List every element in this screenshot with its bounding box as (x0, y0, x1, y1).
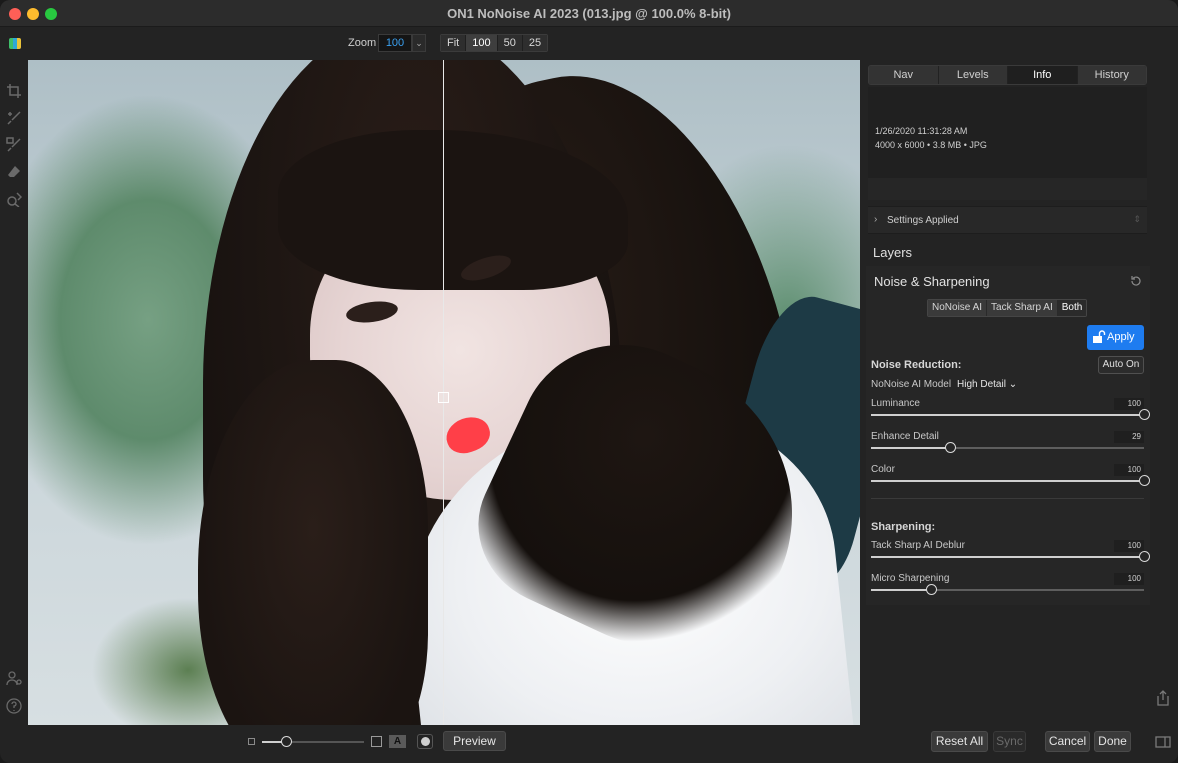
apply-button[interactable]: Apply (1087, 325, 1144, 350)
zoom-dropdown-button[interactable]: ⌄ (412, 34, 426, 52)
info-date: 1/26/2020 11:31:28 AM (875, 126, 968, 136)
image-canvas[interactable] (28, 60, 860, 725)
model-dropdown[interactable]: High Detail ⌄ (957, 379, 1017, 390)
window-title: ON1 NoNoise AI 2023 (013.jpg @ 100.0% 8-… (447, 6, 731, 21)
slider-track[interactable] (871, 584, 1144, 595)
reset-icon[interactable] (1130, 275, 1142, 287)
slider-value-field[interactable]: 100 (1114, 398, 1144, 410)
section-title: Noise & Sharpening (874, 274, 990, 289)
panel-tabs: Nav Levels Info History (868, 65, 1147, 85)
model-label: NoNoise AI Model (871, 379, 952, 390)
slider-fill (871, 447, 951, 449)
unlock-icon (1093, 330, 1106, 343)
top-toolbar: Zoom 100 ⌄ Fit 100 50 25 (0, 27, 1178, 60)
auto-on-button[interactable]: Auto On (1098, 356, 1144, 374)
tab-info[interactable]: Info (1008, 66, 1078, 84)
layers-header[interactable]: Layers (873, 245, 912, 260)
slider-fill (871, 589, 932, 591)
mode-tacksharp-button[interactable]: Tack Sharp AI (987, 300, 1058, 316)
slider-knob[interactable] (926, 584, 938, 595)
app-window: ON1 NoNoise AI 2023 (013.jpg @ 100.0% 8-… (0, 0, 1178, 763)
mask-view-button[interactable] (417, 734, 433, 749)
mode-both-button[interactable]: Both (1057, 300, 1087, 316)
zoom-presets: Fit 100 50 25 (440, 34, 549, 52)
slider-value-field[interactable]: 100 (1114, 464, 1144, 476)
up-down-icon: ⇕ (1133, 214, 1141, 224)
apply-label: Apply (1107, 331, 1135, 343)
tab-levels[interactable]: Levels (938, 66, 1008, 84)
split-handle[interactable] (438, 392, 449, 403)
info-details: 4000 x 6000 • 3.8 MB • JPG (875, 140, 987, 150)
section-divider (871, 498, 1144, 499)
settings-applied-row[interactable]: › Settings Applied ⇕ (868, 206, 1147, 234)
tab-nav[interactable]: Nav (869, 66, 939, 84)
tool-strip (0, 60, 28, 725)
slider-label: Color (871, 464, 895, 475)
chevron-right-icon: › (874, 214, 878, 225)
slider-knob[interactable] (1139, 475, 1150, 486)
reset-all-button[interactable]: Reset All (931, 731, 988, 752)
brush-icon[interactable] (6, 110, 22, 126)
slider-track[interactable] (871, 475, 1150, 486)
slider-fill (871, 480, 1144, 482)
title-bar: ON1 NoNoise AI 2023 (013.jpg @ 100.0% 8-… (0, 0, 1178, 27)
view-a-button[interactable]: A (389, 735, 406, 748)
slider-label: Enhance Detail (871, 431, 939, 442)
zoom-tool-icon[interactable] (6, 191, 23, 208)
settings-applied-label: Settings Applied (887, 215, 959, 226)
cancel-button[interactable]: Cancel (1045, 731, 1090, 752)
zoom-fit-button[interactable]: Fit (441, 35, 467, 51)
slider-label: Luminance (871, 398, 920, 409)
slider-track[interactable] (871, 409, 1150, 420)
done-button[interactable]: Done (1094, 731, 1131, 752)
noise-sharpening-section: Noise & Sharpening NoNoise AI Tack Sharp… (866, 266, 1150, 605)
thumbnail-slider-knob[interactable] (281, 736, 292, 747)
bottom-bar: A Preview Reset All Sync Cancel Done (28, 725, 1178, 763)
help-icon[interactable] (6, 698, 22, 714)
zoom-50-button[interactable]: 50 (497, 35, 523, 51)
zoom-100-button[interactable]: 100 (466, 35, 498, 51)
sharpening-label: Sharpening: (871, 521, 936, 533)
noise-reduction-label: Noise Reduction: (871, 359, 962, 371)
preview-button[interactable]: Preview (443, 731, 506, 751)
zoom-input[interactable]: 100 (378, 34, 412, 52)
app-logo-icon (9, 38, 21, 49)
mode-nonoise-button[interactable]: NoNoise AI (928, 300, 988, 316)
right-panel: Nav Levels Info History 1/26/2020 11:31:… (866, 60, 1150, 605)
slider-value-field[interactable]: 100 (1114, 573, 1144, 585)
circle-icon (421, 737, 430, 746)
thumbnail-large-icon (371, 736, 382, 747)
slider-knob[interactable] (945, 442, 957, 453)
slider-track[interactable] (871, 551, 1150, 562)
toggle-panel-icon[interactable] (1155, 734, 1171, 750)
slider-fill (871, 414, 1144, 416)
slider-label: Tack Sharp AI Deblur (871, 540, 965, 551)
sync-button[interactable]: Sync (993, 731, 1026, 752)
slider-fill (871, 556, 1144, 558)
tab-history[interactable]: History (1077, 66, 1146, 84)
slider-knob[interactable] (1139, 409, 1150, 420)
eraser-icon[interactable] (6, 164, 22, 180)
crop-icon[interactable] (6, 83, 22, 99)
mask-brush-icon[interactable] (6, 137, 22, 153)
slider-value-field[interactable]: 29 (1114, 431, 1144, 443)
person-settings-icon[interactable] (6, 670, 22, 686)
slider-track[interactable] (871, 442, 1144, 453)
slider-value-field[interactable]: 100 (1114, 540, 1144, 552)
slider-label: Micro Sharpening (871, 573, 950, 584)
export-icon[interactable] (1155, 690, 1171, 706)
zoom-25-button[interactable]: 25 (522, 35, 548, 51)
thumbnail-small-icon (248, 738, 255, 745)
slider-knob[interactable] (1139, 551, 1150, 562)
info-footer (868, 178, 1147, 200)
zoom-label: Zoom (348, 37, 377, 49)
mode-selector: NoNoise AI Tack Sharp AI Both (927, 299, 1088, 317)
